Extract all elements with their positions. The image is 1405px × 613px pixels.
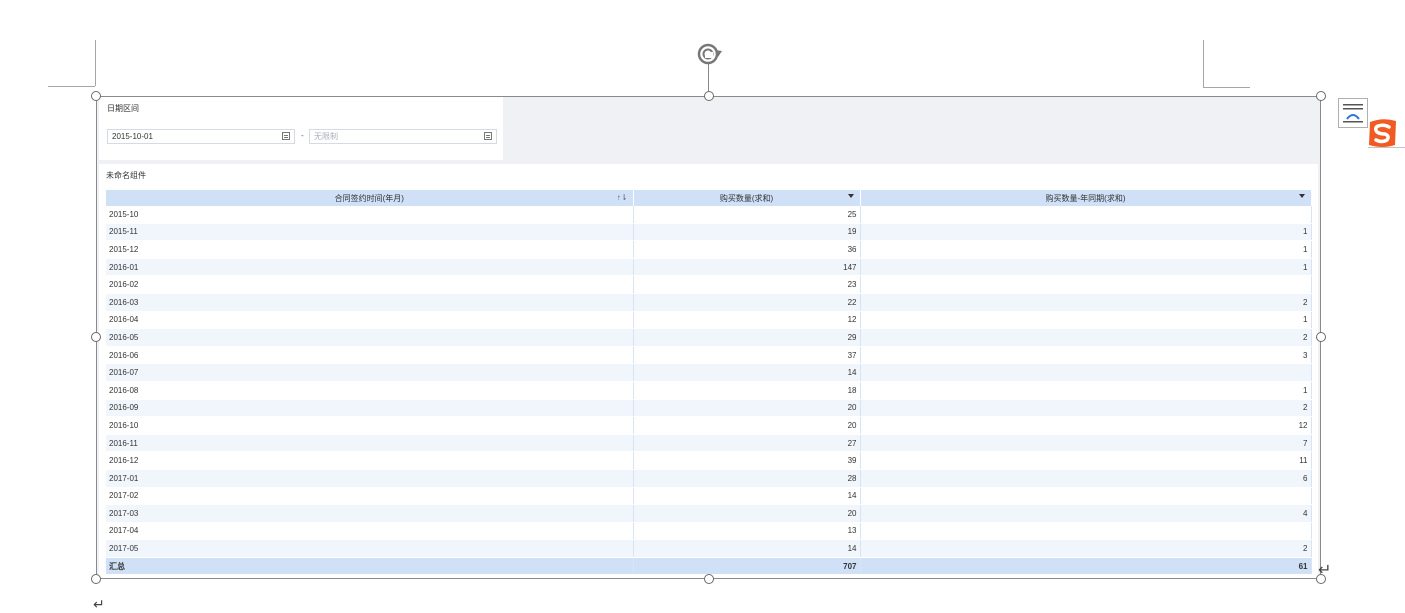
paragraph-mark-icon: ↵ xyxy=(93,596,105,612)
page-corner-mark-top-right-h xyxy=(1203,87,1250,88)
page-corner-mark-top-right-v xyxy=(1203,40,1204,87)
page-corner-mark-top-left-v xyxy=(95,40,96,86)
rotate-handle-icon[interactable] xyxy=(694,40,724,70)
resize-handle-bottom-center[interactable] xyxy=(704,574,714,584)
resize-handle-top-left[interactable] xyxy=(91,91,101,101)
layout-options-icon[interactable] xyxy=(1338,98,1368,128)
resize-handle-top-center[interactable] xyxy=(704,91,714,101)
paragraph-mark-icon: ↵ xyxy=(1318,562,1332,579)
resize-handle-bottom-left[interactable] xyxy=(91,574,101,584)
resize-handle-middle-right[interactable] xyxy=(1316,332,1326,342)
sogou-ime-icon[interactable] xyxy=(1365,115,1401,151)
resize-handle-top-right[interactable] xyxy=(1316,91,1326,101)
selection-frame xyxy=(96,96,1321,579)
page-corner-mark-top-left-h xyxy=(48,86,95,87)
resize-handle-middle-left[interactable] xyxy=(91,332,101,342)
